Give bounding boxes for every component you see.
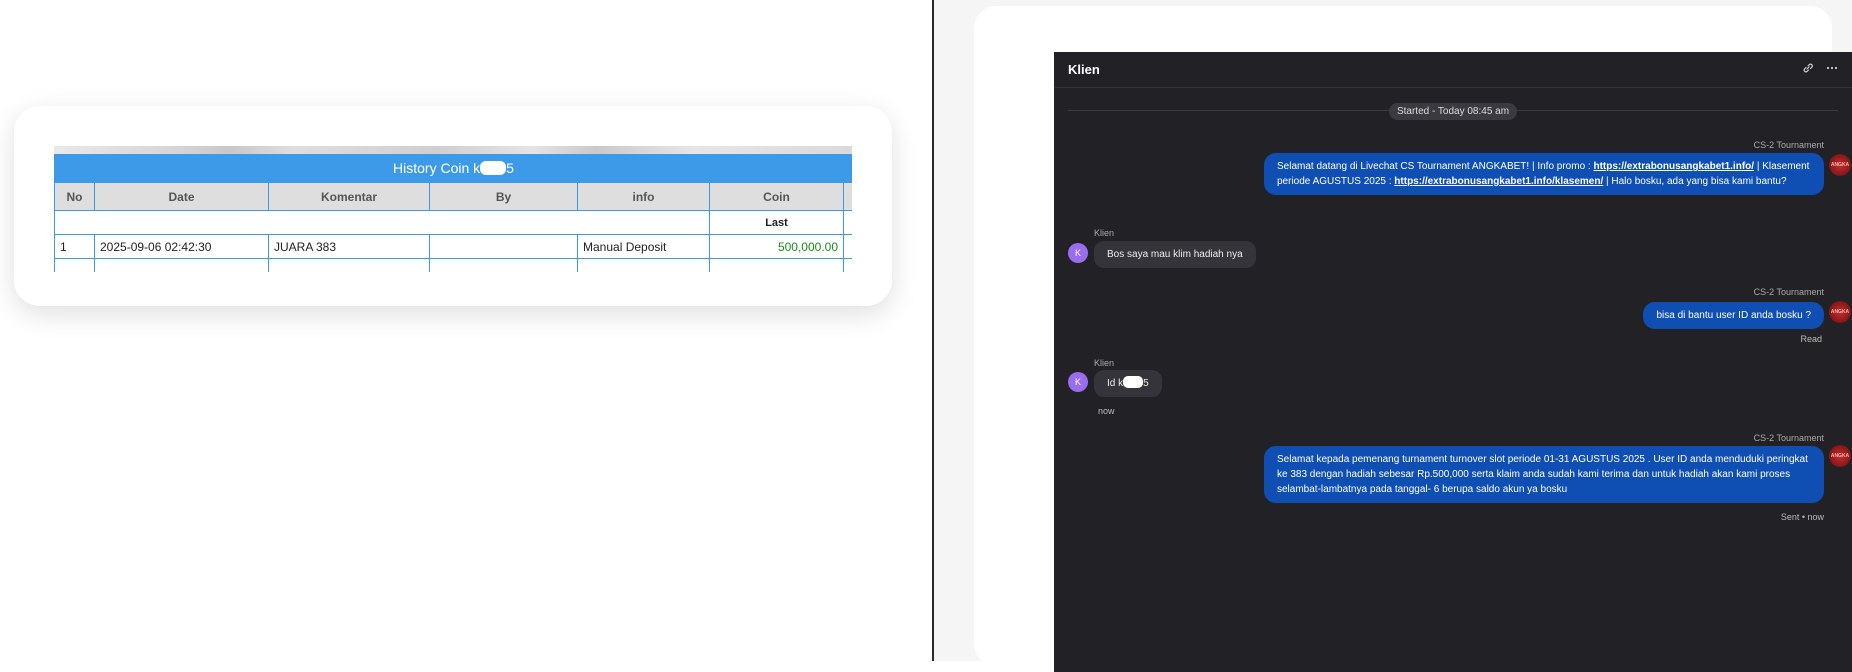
col-komentar[interactable]: Komentar — [268, 182, 430, 211]
col-by[interactable]: By — [429, 182, 578, 211]
cell-by — [429, 234, 578, 259]
agent-avatar: ANGKA — [1829, 445, 1851, 467]
chat-title: Klien — [1068, 62, 1100, 77]
client-avatar: K — [1068, 243, 1088, 263]
col-no[interactable]: No — [54, 182, 95, 211]
client-name-label: Klien — [1094, 358, 1115, 368]
history-table: No Date Komentar By info Coin Last 1 202… — [54, 182, 852, 272]
agent-name-label: CS-2 Tournament — [1753, 433, 1824, 443]
cell-coin: 500,000.00 — [709, 234, 844, 259]
cell-no: 1 — [54, 234, 95, 259]
redaction-mask — [480, 161, 507, 175]
right-pane: Klien Started - Today 08:45 am CS-2 Tour… — [934, 0, 1852, 672]
read-status: Read — [1800, 334, 1822, 344]
col-overflow — [843, 182, 852, 211]
agent-avatar: ANGKA — [1829, 301, 1851, 323]
chat-window: Klien Started - Today 08:45 am CS-2 Tour… — [1054, 52, 1852, 672]
cell-date: 2025-09-06 02:42:30 — [94, 234, 269, 259]
map-background-strip — [54, 146, 852, 154]
col-coin[interactable]: Coin — [709, 182, 844, 211]
title-prefix: History Coin k — [393, 160, 481, 176]
subheader-overflow — [843, 210, 852, 235]
header-icons — [1802, 62, 1838, 77]
table-subheader-row: Last — [54, 210, 852, 235]
link-icon[interactable] — [1802, 62, 1814, 77]
agent-message-1[interactable]: Selamat datang di Livechat CS Tournament… — [1264, 153, 1824, 195]
client-message-2[interactable]: Id k5 — [1094, 370, 1162, 397]
client-message-1[interactable]: Bos saya mau klim hadiah nya — [1094, 241, 1256, 268]
title-suffix: 5 — [506, 160, 514, 176]
redaction-mask — [1123, 376, 1144, 388]
table-row-partial — [54, 258, 852, 272]
agent-name-label: CS-2 Tournament — [1753, 287, 1824, 297]
cell-info: Manual Deposit — [577, 234, 710, 259]
subheader-spacer — [54, 210, 710, 235]
started-pill: Started - Today 08:45 am — [1388, 103, 1518, 120]
agent-name-label: CS-2 Tournament — [1753, 140, 1824, 150]
cell-overflow — [843, 234, 852, 259]
cell-komentar: JUARA 383 — [268, 234, 430, 259]
client-avatar: K — [1068, 372, 1088, 392]
chat-header: Klien — [1054, 52, 1852, 88]
subheader-last: Last — [709, 210, 844, 235]
history-coin-card: History Coin k 5 No Date Komentar By info… — [14, 106, 892, 306]
agent-message-2[interactable]: bisa di bantu user ID anda bosku ? — [1643, 302, 1824, 329]
table-header-row: No Date Komentar By info Coin — [54, 182, 852, 211]
klasemen-link[interactable]: https://extrabonusangkabet1.info/klaseme… — [1394, 176, 1603, 187]
left-pane: History Coin k 5 No Date Komentar By info… — [0, 0, 933, 661]
history-table-wrapper: History Coin k 5 No Date Komentar By info… — [54, 146, 852, 272]
chat-card: Klien Started - Today 08:45 am CS-2 Tour… — [974, 6, 1852, 672]
table-row[interactable]: 1 2025-09-06 02:42:30 JUARA 383 Manual D… — [54, 234, 852, 259]
client-name-label: Klien — [1094, 228, 1115, 238]
message-time: now — [1098, 406, 1115, 416]
history-coin-title: History Coin k 5 — [54, 154, 852, 182]
agent-avatar: ANGKA — [1829, 154, 1851, 176]
agent-message-3[interactable]: Selamat kepada pemenang turnament turnov… — [1264, 446, 1824, 503]
promo-link[interactable]: https://extrabonusangkabet1.info/ — [1593, 161, 1754, 172]
more-icon[interactable] — [1826, 62, 1838, 77]
col-date[interactable]: Date — [94, 182, 269, 211]
sent-status: Sent • now — [1780, 512, 1824, 522]
col-info[interactable]: info — [577, 182, 710, 211]
